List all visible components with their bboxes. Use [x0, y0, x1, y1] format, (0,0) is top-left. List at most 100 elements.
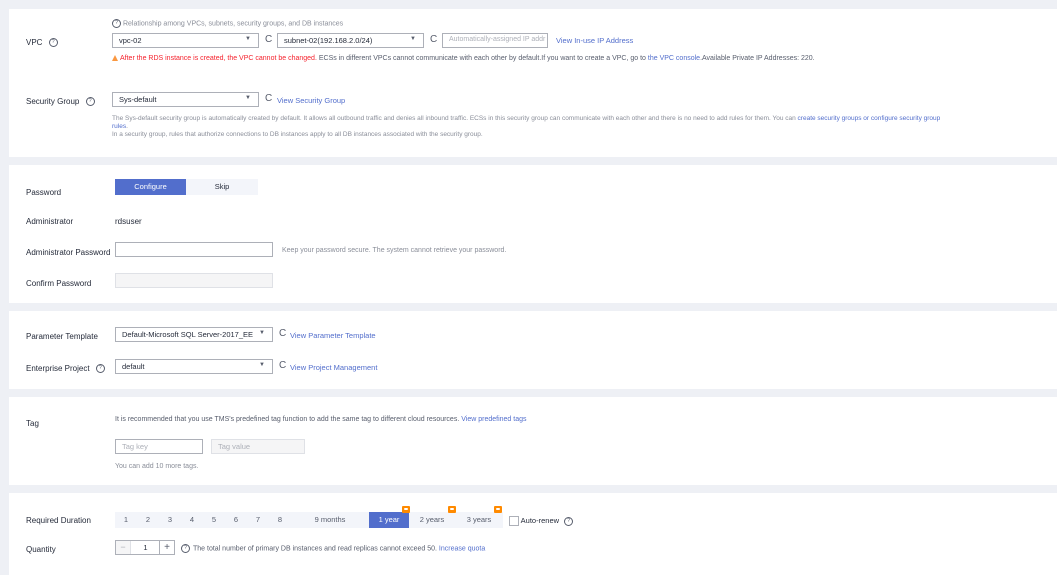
security-group-select[interactable]: Sys-default ▼ [112, 92, 259, 107]
duration-option[interactable]: 3 years [455, 512, 503, 528]
enterprise-project-help-icon[interactable]: ? [95, 364, 105, 374]
duration-option[interactable]: 1 [115, 512, 137, 528]
vpc-console-link[interactable]: the VPC console [648, 55, 700, 62]
subnet-select-value: subnet-02(192.168.2.0/24) [284, 36, 373, 45]
parameter-template-label: Parameter Template [26, 332, 98, 341]
confirm-password-label: Confirm Password [26, 279, 92, 288]
sg-desc-text-2: In a security group, rules that authoriz… [112, 131, 483, 138]
quantity-hint-text: The total number of primary DB instances… [193, 545, 439, 553]
parameter-template-select[interactable]: Default-Microsoft SQL Server-2017_EE ▼ [115, 327, 273, 342]
vpc-warning-red: After the RDS instance is created, the V… [120, 55, 317, 62]
view-parameter-template-link[interactable]: View Parameter Template [290, 331, 376, 340]
duration-option-label: 1 [123, 515, 129, 524]
vpc-label: VPC ? [26, 38, 58, 48]
duration-option-label: 8 [277, 515, 283, 524]
view-security-group-link[interactable]: View Security Group [277, 96, 345, 105]
chevron-down-icon: ▼ [410, 36, 416, 42]
create-security-group-link[interactable]: create security groups or configure secu… [798, 115, 941, 122]
duration-option-label: 3 [167, 515, 173, 524]
auto-renew-checkbox[interactable] [509, 516, 519, 527]
enterprise-project-select[interactable]: default ▼ [115, 359, 273, 374]
purchase-panel [9, 493, 1057, 575]
parameter-template-value: Default-Microsoft SQL Server-2017_EE [122, 330, 254, 339]
enterprise-project-label: Enterprise Project ? [26, 364, 105, 374]
auto-renew[interactable]: Auto-renew ? [509, 516, 574, 527]
vpc-help-icon[interactable]: ? [48, 38, 58, 48]
chevron-down-icon: ▼ [259, 330, 265, 336]
network-hint-text: Relationship among VPCs, subnets, securi… [122, 20, 344, 28]
password-panel: Password Configure Skip Administrator rd… [9, 165, 1057, 303]
quantity-stepper: − 1 + [115, 540, 175, 555]
view-project-management-link[interactable]: View Project Management [290, 363, 377, 372]
configure-button[interactable]: Configure [115, 179, 186, 195]
skip-button-label: Skip [214, 182, 230, 191]
ip-address-placeholder: Automatically-assigned IP addr [449, 36, 546, 43]
help-icon[interactable]: ? [112, 19, 121, 28]
tag-value-placeholder: Tag value [218, 442, 251, 451]
tag-value-input[interactable]: Tag value [211, 439, 305, 454]
increase-quota-link[interactable]: Increase quota [439, 545, 485, 552]
discount-badge-icon [402, 506, 410, 513]
auto-renew-label: Auto-renew [520, 516, 560, 525]
vpc-select[interactable]: vpc-02 ▼ [112, 33, 259, 48]
chevron-down-icon: ▼ [259, 362, 265, 368]
tag-panel: Tag It is recommended that you use TMS's… [9, 397, 1057, 485]
vpc-warning-tail: .Available Private IP Addresses: 220. [700, 55, 815, 62]
chevron-down-icon: ▼ [245, 36, 251, 42]
skip-button[interactable]: Skip [186, 179, 258, 195]
sg-desc-period: . [126, 123, 128, 130]
quantity-value[interactable]: 1 [130, 541, 161, 554]
duration-option[interactable]: 6 [225, 512, 247, 528]
duration-option[interactable]: 9 months [291, 512, 369, 528]
parameters-panel: Parameter Template Default-Microsoft SQL… [9, 311, 1057, 389]
quantity-help-icon[interactable]: ? [181, 544, 190, 553]
security-group-select-value: Sys-default [119, 95, 157, 104]
confirm-password-input[interactable] [115, 273, 273, 288]
discount-badge-icon [448, 506, 456, 513]
quantity-hint: ? The total number of primary DB instance… [181, 544, 485, 553]
auto-renew-help-icon[interactable]: ? [564, 516, 574, 526]
duration-option[interactable]: 2 years [409, 512, 455, 528]
security-group-refresh-icon[interactable]: C [265, 93, 272, 104]
duration-option-label: 2 [145, 515, 151, 524]
duration-option-selected[interactable]: 1 year [369, 512, 409, 528]
admin-password-input[interactable] [115, 242, 273, 257]
network-hint: ? Relationship among VPCs, subnets, secu… [112, 19, 343, 28]
sg-desc-text-1: The Sys-default security group is automa… [112, 115, 798, 122]
vpc-warning-text: ECSs in different VPCs cannot communicat… [316, 55, 648, 62]
vpc-label-text: VPC [26, 38, 43, 47]
configure-rules-link[interactable]: rules [112, 123, 126, 130]
quantity-increase-button[interactable]: + [159, 541, 174, 554]
parameter-template-refresh-icon[interactable]: C [279, 328, 286, 339]
duration-option[interactable]: 5 [203, 512, 225, 528]
duration-option[interactable]: 3 [159, 512, 181, 528]
tag-key-placeholder: Tag key [122, 442, 148, 451]
duration-option-label: 1 year [378, 515, 400, 524]
vpc-refresh-icon[interactable]: C [265, 34, 272, 45]
admin-password-label: Administrator Password [26, 248, 111, 257]
tag-description-text: It is recommended that you use TMS's pre… [115, 416, 462, 423]
tag-key-input[interactable]: Tag key [115, 439, 203, 454]
tag-remaining-text: You can add 10 more tags. [115, 463, 199, 470]
view-in-use-ip-link[interactable]: View In-use IP Address [556, 36, 633, 45]
duration-option-label: 5 [211, 515, 217, 524]
duration-option[interactable]: 7 [247, 512, 269, 528]
chevron-down-icon: ▼ [245, 95, 251, 101]
ip-address-input[interactable]: Automatically-assigned IP addr [442, 33, 548, 48]
subnet-refresh-icon[interactable]: C [430, 34, 437, 45]
duration-option-label: 6 [233, 515, 239, 524]
view-predefined-tags-link[interactable]: View predefined tags [461, 416, 526, 423]
enterprise-project-refresh-icon[interactable]: C [279, 360, 286, 371]
duration-option[interactable]: 2 [137, 512, 159, 528]
warning-icon [112, 55, 118, 62]
duration-option[interactable]: 8 [269, 512, 291, 528]
configure-button-label: Configure [134, 182, 167, 191]
security-group-help-icon[interactable]: ? [85, 97, 95, 107]
quantity-decrease-button[interactable]: − [116, 541, 131, 554]
admin-password-hint: Keep your password secure. The system ca… [282, 247, 507, 254]
duration-option[interactable]: 4 [181, 512, 203, 528]
duration-option-label: 7 [255, 515, 261, 524]
subnet-select[interactable]: subnet-02(192.168.2.0/24) ▼ [277, 33, 424, 48]
vpc-warning: After the RDS instance is created, the V… [112, 55, 815, 62]
vpc-select-value: vpc-02 [119, 36, 142, 45]
